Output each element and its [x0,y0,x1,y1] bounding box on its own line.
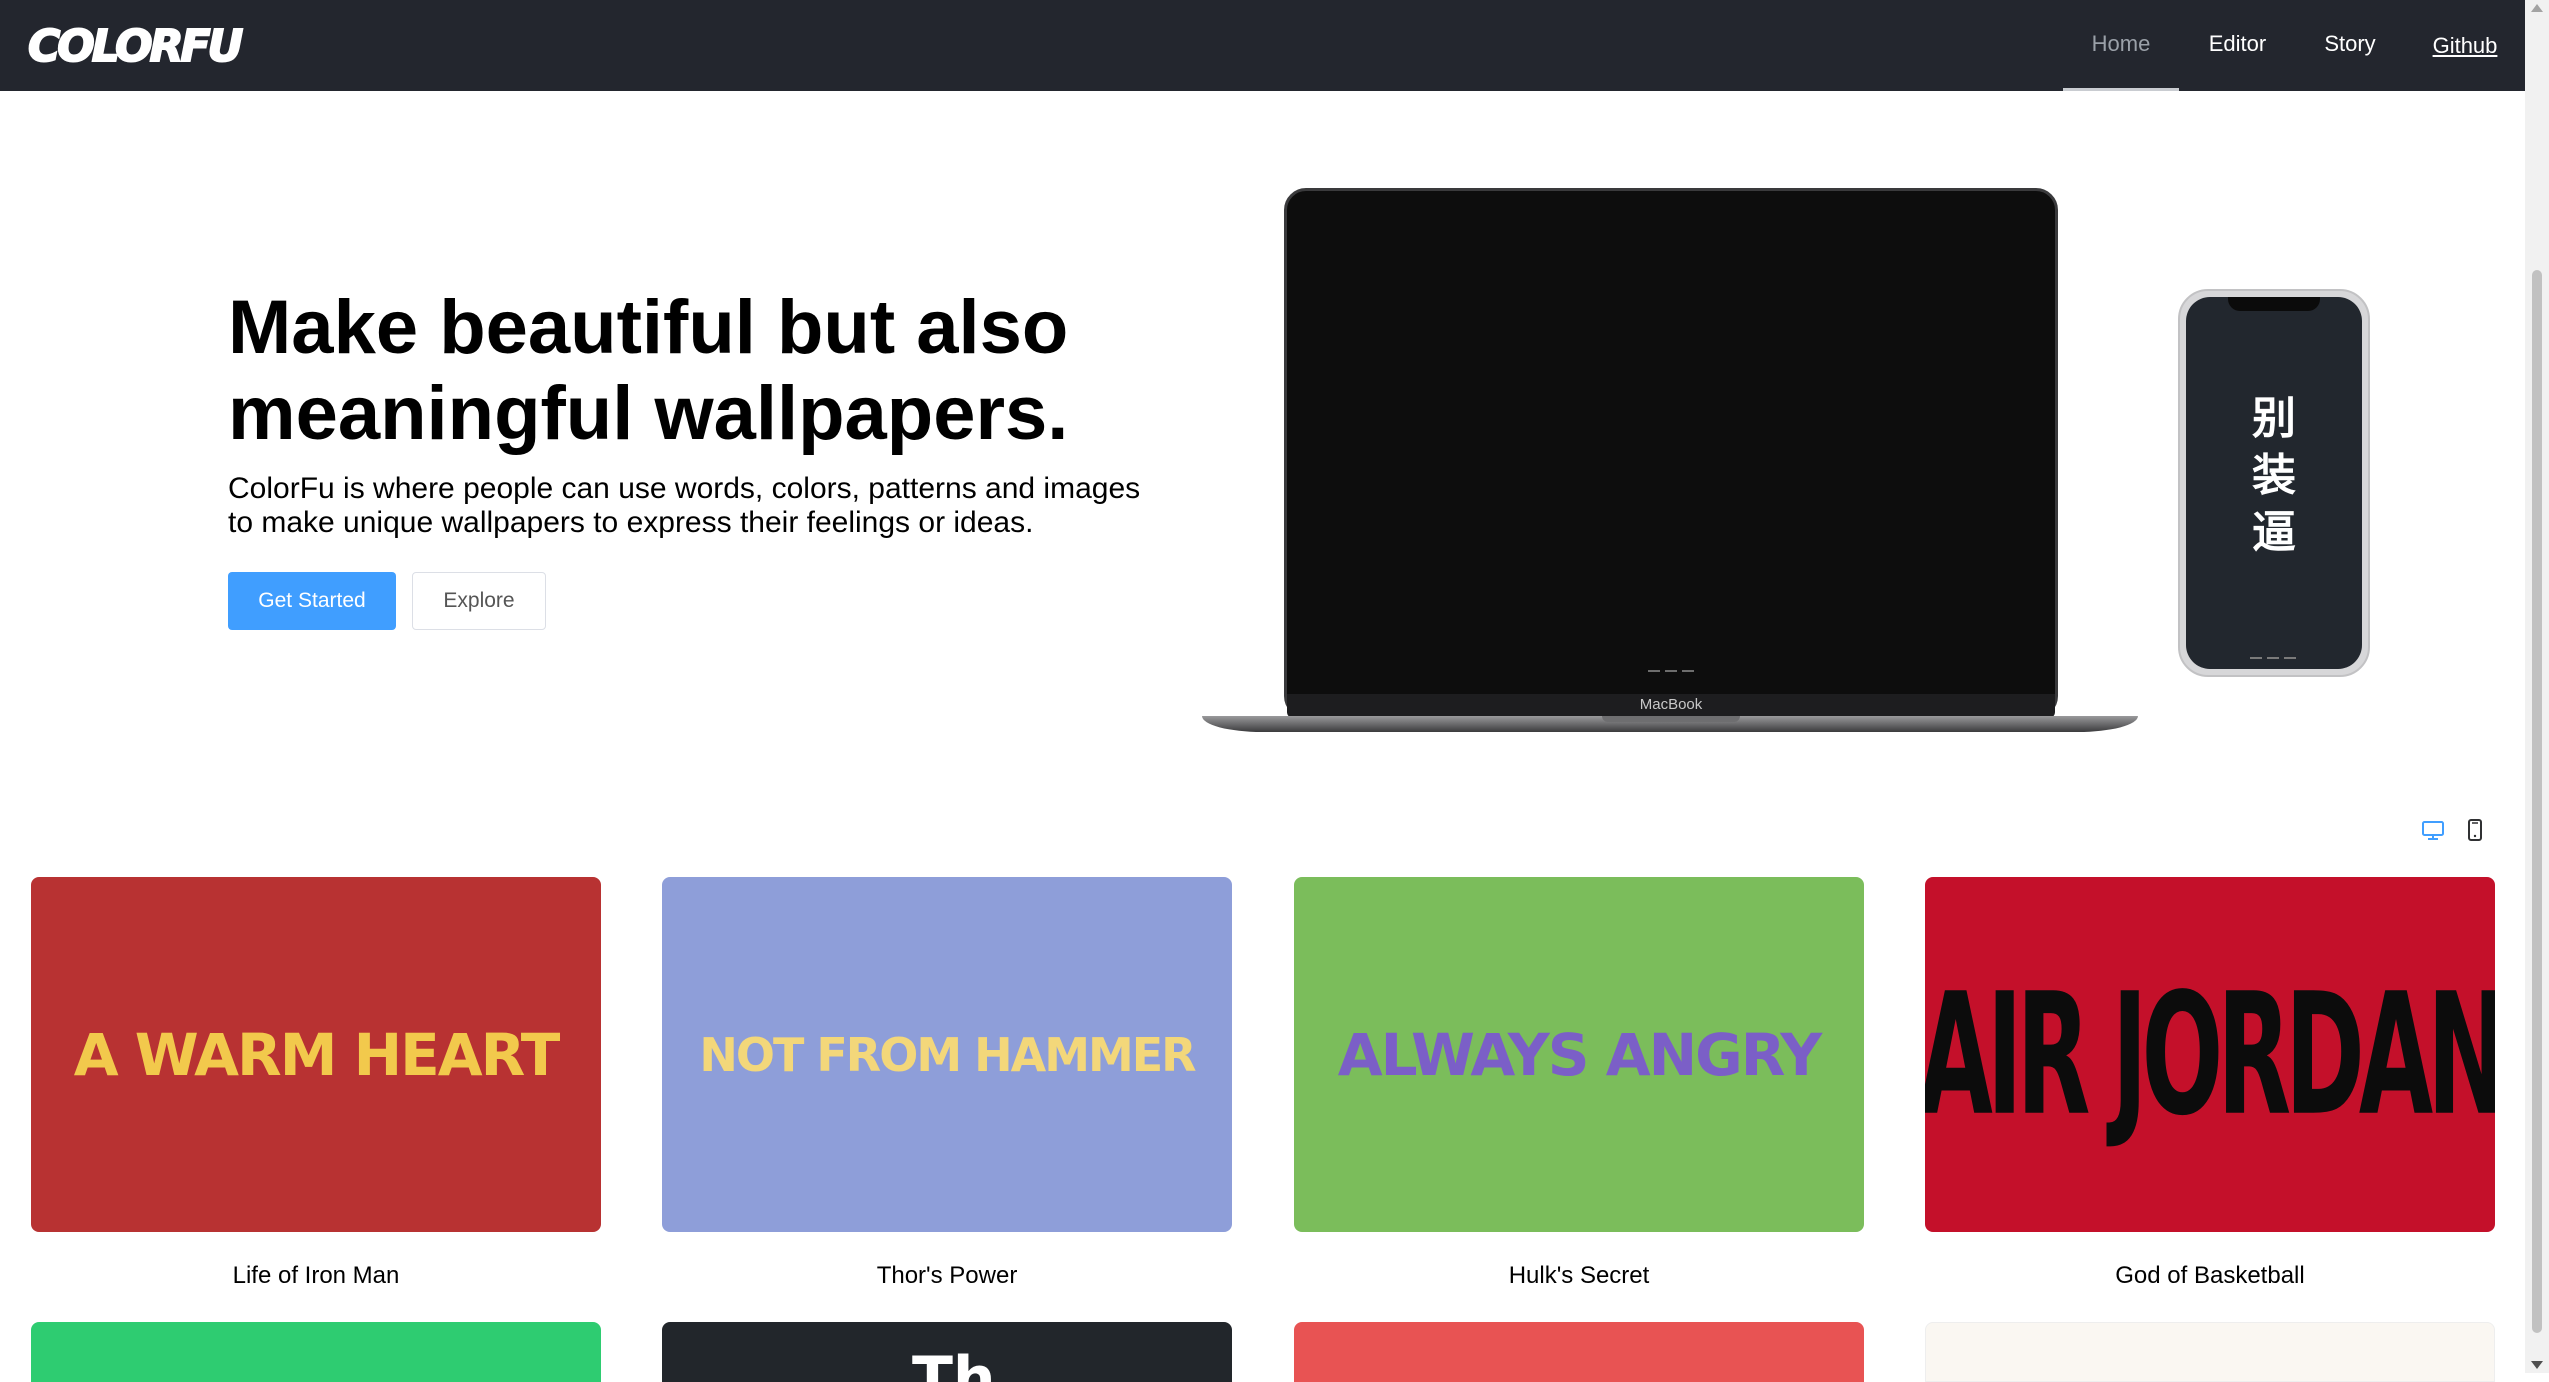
desktop-icon [2422,821,2444,840]
hero-title-line1: Make beautiful but also [228,285,1069,370]
hero-title-line2: meaningful wallpapers. [228,371,1069,456]
wallpaper-caption[interactable]: Life of Iron Man [31,1262,601,1290]
nav-editor[interactable]: Editor [2190,0,2285,91]
scroll-thumb[interactable] [2532,270,2542,1333]
wallpaper-text: Th [912,1344,996,1382]
wallpaper-caption[interactable]: God of Basketball [1925,1262,2495,1290]
wallpaper-caption[interactable]: Hulk's Secret [1294,1262,1864,1290]
mobile-icon [2468,819,2482,841]
wallpaper-card-iron-man[interactable]: A WARM HEART [31,877,601,1232]
nav-github-link[interactable]: Github [2420,0,2510,91]
wallpaper-card-thor[interactable]: NOT FROM HAMMER [662,877,1232,1232]
laptop-base-notch [1602,716,1740,722]
phone-wallpaper-text: 别 装 逼 [2186,390,2362,561]
get-started-button[interactable]: Get Started [228,572,396,630]
hero-description-line2: to make unique wallpapers to express the… [228,506,1034,539]
phone-char-2: 装 [2252,450,2296,501]
colorfu-logo[interactable]: COLORFU [27,21,244,73]
phone-home-indicator [2250,657,2298,659]
phone-char-3: 逼 [2252,507,2296,558]
scroll-down-arrow-icon[interactable] [2531,1361,2543,1369]
wallpaper-text: AIR JORDAN [1925,956,2495,1153]
wallpaper-card-row2[interactable]: Th [662,1322,1232,1382]
laptop-label: MacBook [1639,696,1703,713]
wallpaper-caption[interactable]: Thor's Power [662,1262,1232,1290]
wallpaper-text: NOT FROM HAMMER [699,1027,1196,1082]
hero-title: Make beautiful but also meaningful wallp… [228,285,1128,457]
wallpaper-card-row2[interactable] [1925,1322,2495,1382]
hero-description-line1: ColorFu is where people can use words, c… [228,472,1141,505]
hero-description: ColorFu is where people can use words, c… [228,472,1168,540]
page-scrollbar[interactable] [2525,0,2549,1373]
phone-notch [2228,297,2320,311]
wallpaper-text: A WARM HEART [73,1020,561,1089]
wallpaper-card-row2[interactable] [31,1322,601,1382]
scroll-up-arrow-icon[interactable] [2531,4,2543,12]
wallpaper-card-jordan[interactable]: AIR JORDAN [1925,877,2495,1232]
desktop-view-toggle[interactable] [2419,816,2447,844]
wallpaper-text: ALWAYS ANGRY [1337,1020,1823,1089]
top-navbar: COLORFU Home Editor Story Github [0,0,2525,91]
wallpaper-card-hulk[interactable]: ALWAYS ANGRY [1294,877,1864,1232]
phone-char-1: 别 [2252,393,2296,444]
nav-home[interactable]: Home [2063,0,2179,91]
laptop-screen-dots [1648,670,1694,672]
laptop-screen [1284,188,2058,718]
nav-story[interactable]: Story [2300,0,2400,91]
mobile-view-toggle[interactable] [2461,816,2489,844]
wallpaper-card-row2[interactable] [1294,1322,1864,1382]
explore-button[interactable]: Explore [412,572,546,630]
